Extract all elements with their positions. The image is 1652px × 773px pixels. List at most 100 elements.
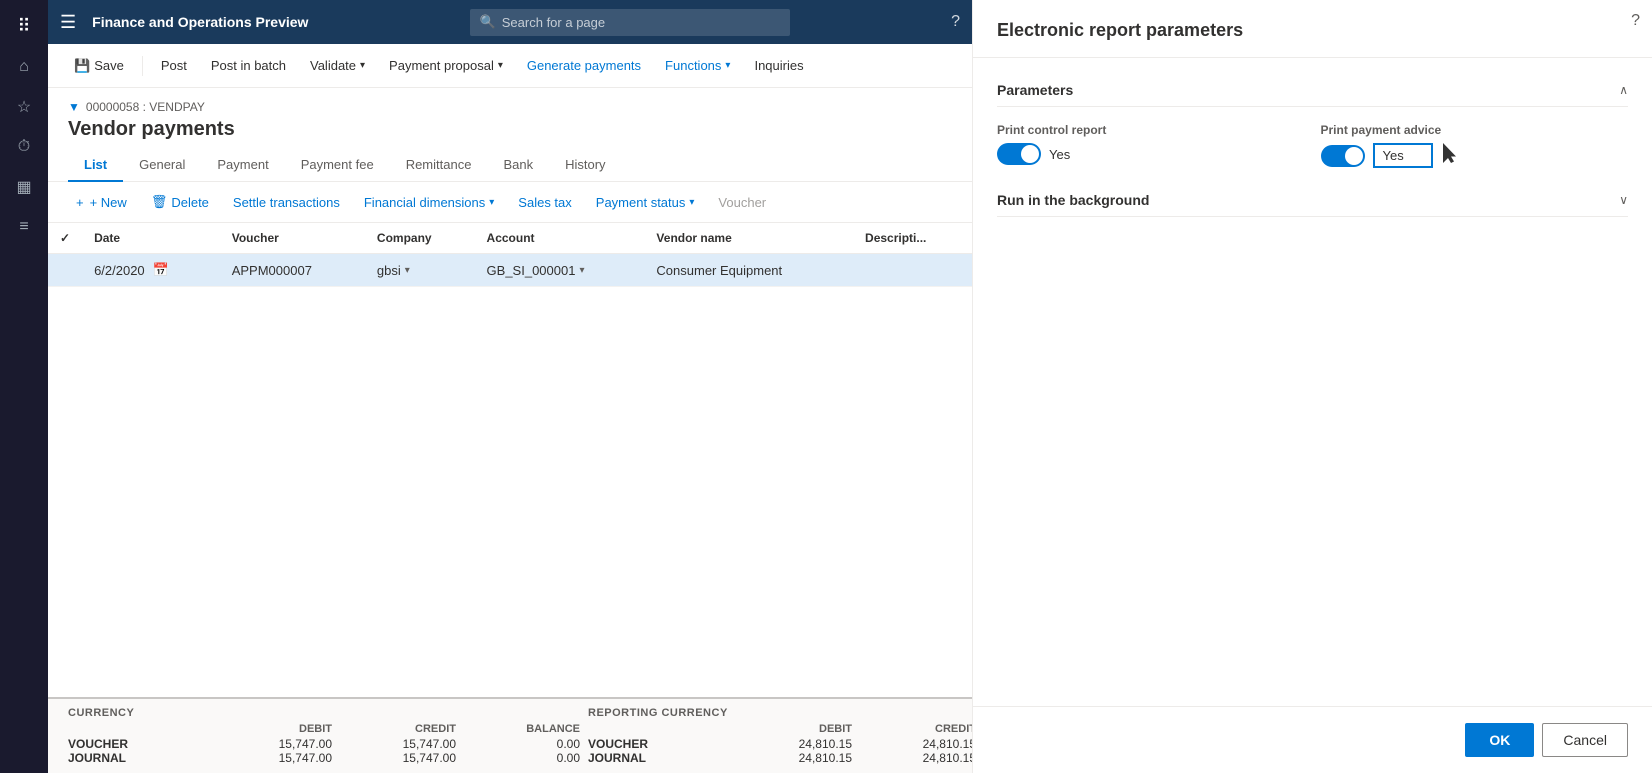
print-control-label: Print control report [997, 123, 1305, 137]
waffle-icon[interactable]: ⠿ [9, 8, 38, 45]
cursor-icon [1443, 143, 1457, 163]
row-company: gbsi ▾ [365, 254, 475, 287]
print-payment-control: Yes [1321, 143, 1629, 168]
currency-col-headers: DEBIT CREDIT BALANCE [68, 723, 580, 735]
financial-dimensions-chevron-icon: ▾ [489, 197, 494, 208]
help-icon[interactable]: ? [951, 13, 960, 31]
post-batch-button[interactable]: Post in batch [201, 52, 296, 79]
col-voucher: Voucher [220, 223, 365, 254]
tab-remittance[interactable]: Remittance [390, 149, 488, 182]
print-payment-value-input[interactable]: Yes [1373, 143, 1433, 168]
page-header: ▼ 00000058 : VENDPAY Vendor payments [48, 88, 972, 149]
parameters-section-header[interactable]: Parameters ∧ [997, 74, 1628, 107]
breadcrumb: ▼ 00000058 : VENDPAY [68, 100, 952, 114]
validate-button[interactable]: Validate ▾ [300, 52, 375, 79]
tab-payment-fee[interactable]: Payment fee [285, 149, 390, 182]
payment-proposal-chevron-icon: ▾ [498, 60, 503, 71]
star-icon[interactable]: ☆ [6, 89, 42, 125]
row-voucher: APPM000007 [220, 254, 365, 287]
hamburger-icon[interactable]: ☰ [60, 12, 76, 33]
app-title: Finance and Operations Preview [92, 14, 308, 30]
search-container: 🔍 [470, 9, 790, 36]
run-background-header[interactable]: Run in the background ∨ [997, 184, 1628, 217]
print-control-toggle[interactable] [997, 143, 1041, 165]
right-panel: ? Electronic report parameters Parameter… [972, 0, 1652, 773]
tabs: List General Payment Payment fee Remitta… [48, 149, 972, 182]
reporting-journal-row: JOURNAL 24,810.15 24,810.15 24,810.15 [588, 751, 972, 765]
clock-icon[interactable]: ⏱ [6, 129, 42, 165]
delete-icon: 🗑 [151, 194, 168, 210]
currency-section: CURRENCY DEBIT CREDIT BALANCE VOUCHER 15… [68, 707, 580, 765]
save-button[interactable]: 💾 Save [64, 52, 134, 80]
sidebar: ⠿ ⌂ ☆ ⏱ ▦ ≡ [0, 0, 48, 773]
row-check[interactable] [48, 254, 82, 287]
reporting-currency-label: REPORTING CURRENCY [588, 707, 972, 719]
panel-help-icon[interactable]: ? [1631, 12, 1640, 30]
voucher-row: VOUCHER 15,747.00 15,747.00 0.00 [68, 737, 580, 751]
table-container: ✓ Date Voucher Company Account Vendor na… [48, 223, 972, 697]
voucher-button[interactable]: Voucher [710, 191, 774, 214]
print-payment-toggle[interactable] [1321, 145, 1365, 167]
col-check: ✓ [48, 223, 82, 254]
sales-tax-button[interactable]: Sales tax [510, 191, 579, 214]
cancel-button[interactable]: Cancel [1542, 723, 1628, 757]
run-background-section: Run in the background ∨ [997, 184, 1628, 217]
home-icon[interactable]: ⌂ [6, 49, 42, 85]
settle-transactions-button[interactable]: Settle transactions [225, 191, 348, 214]
table-row[interactable]: 6/2/2020 📅 APPM000007 gbsi ▾ [48, 254, 972, 287]
footer-totals: CURRENCY DEBIT CREDIT BALANCE VOUCHER 15… [48, 697, 972, 773]
financial-dimensions-button[interactable]: Financial dimensions ▾ [356, 191, 502, 214]
payment-status-button[interactable]: Payment status ▾ [588, 191, 703, 214]
date-calendar-icon[interactable]: 📅 [153, 262, 169, 278]
currency-label: CURRENCY [68, 707, 580, 719]
col-vendor-name: Vendor name [644, 223, 853, 254]
panel-header: Electronic report parameters [973, 0, 1652, 58]
run-background-chevron-icon: ∨ [1619, 193, 1628, 207]
tab-general[interactable]: General [123, 149, 201, 182]
parameters-chevron-icon: ∧ [1619, 83, 1628, 97]
print-control-control: Yes [997, 143, 1305, 165]
payments-table: ✓ Date Voucher Company Account Vendor na… [48, 223, 972, 287]
panel-body: Parameters ∧ Print control report Yes [973, 58, 1652, 706]
parameters-section-title: Parameters [997, 82, 1073, 98]
table-header-row: ✓ Date Voucher Company Account Vendor na… [48, 223, 972, 254]
tab-history[interactable]: History [549, 149, 621, 182]
filter-icon: ▼ [68, 100, 80, 114]
page-title: Vendor payments [68, 118, 952, 141]
functions-chevron-icon: ▾ [725, 60, 730, 71]
top-header: ☰ Finance and Operations Preview 🔍 ? [48, 0, 972, 44]
inquiries-button[interactable]: Inquiries [744, 52, 813, 79]
reporting-currency-section: REPORTING CURRENCY DEBIT CREDIT BALANCE … [588, 707, 972, 765]
parameters-section: Parameters ∧ Print control report Yes [997, 74, 1628, 168]
account-chevron-icon[interactable]: ▾ [579, 265, 584, 276]
row-account: GB_SI_000001 ▾ [475, 254, 645, 287]
journal-row: JOURNAL 15,747.00 15,747.00 0.00 [68, 751, 580, 765]
new-button[interactable]: + + New [68, 191, 135, 214]
payment-proposal-button[interactable]: Payment proposal ▾ [379, 52, 513, 79]
col-company: Company [365, 223, 475, 254]
page-content: ▼ 00000058 : VENDPAY Vendor payments Lis… [48, 88, 972, 773]
print-control-value: Yes [1049, 147, 1070, 162]
print-payment-param: Print payment advice Yes [1321, 123, 1629, 168]
tab-list[interactable]: List [68, 149, 123, 182]
generate-payments-button[interactable]: Generate payments [517, 52, 651, 79]
print-control-toggle-knob [1021, 145, 1039, 163]
functions-button[interactable]: Functions ▾ [655, 52, 740, 79]
col-account: Account [475, 223, 645, 254]
grid-icon[interactable]: ▦ [6, 169, 42, 205]
company-chevron-icon[interactable]: ▾ [405, 265, 410, 276]
params-grid: Print control report Yes Print payment a… [997, 123, 1628, 168]
panel-footer: OK Cancel [973, 706, 1652, 773]
delete-button[interactable]: 🗑 Delete [143, 190, 217, 214]
ok-button[interactable]: OK [1465, 723, 1534, 757]
save-icon: 💾 [74, 58, 90, 74]
tab-bank[interactable]: Bank [487, 149, 549, 182]
post-button[interactable]: Post [151, 52, 197, 79]
search-input[interactable] [470, 9, 790, 36]
reporting-voucher-row: VOUCHER 24,810.15 24,810.15 24,810.15 [588, 737, 972, 751]
run-background-title: Run in the background [997, 192, 1149, 208]
list-icon[interactable]: ≡ [6, 209, 42, 245]
row-vendor-name: Consumer Equipment [644, 254, 853, 287]
row-description [853, 254, 972, 287]
tab-payment[interactable]: Payment [201, 149, 284, 182]
